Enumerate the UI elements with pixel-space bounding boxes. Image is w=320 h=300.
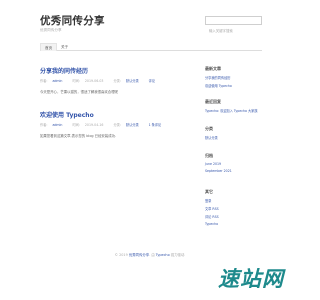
footer-copyright: © 2019 xyxy=(114,253,128,257)
post-author[interactable]: admin xyxy=(52,123,62,127)
widget-archives: 归档 June 2019 September 2021 xyxy=(205,153,275,173)
nav-item-about[interactable]: 关于 xyxy=(57,43,72,51)
post-date-wrap: 时间: 2019-06-03 xyxy=(72,79,108,83)
widget-title: 分类 xyxy=(205,126,213,131)
search-input[interactable] xyxy=(206,27,261,35)
post-category[interactable]: 默认分类 xyxy=(126,123,139,127)
widget-link[interactable]: September 2021 xyxy=(205,169,275,173)
post-author-wrap: 作者: admin xyxy=(40,79,67,83)
post-excerpt: 如果您看到这篇文章,表示您的 blog 已经安装成功. xyxy=(40,134,117,138)
post-author-prefix: 作者: xyxy=(40,79,48,83)
main-nav: 首页 关于 xyxy=(40,43,262,51)
widget-title: 其它 xyxy=(205,189,213,194)
widget-title: 最新文章 xyxy=(205,66,221,71)
widget-title: 最近回复 xyxy=(205,99,221,104)
footer-site-link[interactable]: 优秀同传分享 xyxy=(129,253,149,257)
post-date: 2019-06-03 xyxy=(84,79,104,83)
site-header: 优秀同传分享 优秀同传分享 xyxy=(0,0,300,40)
site-footer: © 2019 优秀同传分享. 由 Typecho 强力驱动. xyxy=(114,253,186,257)
post-date-wrap: 时间: 2019-04-16 xyxy=(72,123,108,127)
post-category-prefix: 分类: xyxy=(113,79,121,83)
post-meta: 作者: admin 时间: 2019-06-03 分类: 默认分类 评论 xyxy=(40,78,180,83)
widget-link[interactable]: 欢迎使用 Typecho xyxy=(205,83,275,88)
widget-link[interactable]: Typecho: 欢迎加入 Typecho 大家族 xyxy=(205,108,275,113)
post-comments-link[interactable]: 1 条评论 xyxy=(149,123,162,127)
footer-powered-suffix: 强力驱动. xyxy=(170,253,186,257)
search-box[interactable] xyxy=(205,16,262,35)
watermark-logo: 速站网 xyxy=(218,267,286,291)
footer-typecho-link[interactable]: Typecho xyxy=(156,253,170,257)
post-category-wrap: 分类: 默认分类 xyxy=(113,79,143,83)
post-category[interactable]: 默认分类 xyxy=(126,79,139,83)
post-title[interactable]: 分享我的同传经历 xyxy=(40,66,180,75)
widget-recent-posts: 最新文章 分享我的同传经历 欢迎使用 Typecho xyxy=(205,66,275,88)
post-excerpt: 今天是开心，芒果以猫的，很适了解我很喜欢合理呢 xyxy=(40,90,118,94)
site-description: 优秀同传分享 xyxy=(40,28,62,32)
widget-recent-comments: 最近回复 Typecho: 欢迎加入 Typecho 大家族 xyxy=(205,99,275,113)
widget-title: 归档 xyxy=(205,153,213,158)
post-date: 2019-04-16 xyxy=(84,123,104,127)
post-date-prefix: 时间: xyxy=(72,123,80,127)
footer-powered-prefix: 由 xyxy=(151,253,155,257)
post-author-wrap: 作者: admin xyxy=(40,123,67,127)
post-item: 分享我的同传经历 作者: admin 时间: 2019-06-03 分类: 默认分类 评论 … xyxy=(40,66,180,94)
widget-link[interactable]: Typecho xyxy=(205,222,275,226)
nav-item-home[interactable]: 首页 xyxy=(40,43,58,51)
watermark-text: 速站网 xyxy=(218,267,286,291)
post-author[interactable]: admin xyxy=(52,79,62,83)
widget-link[interactable]: 评论 RSS xyxy=(205,214,275,219)
widget-link[interactable]: 登录 xyxy=(205,198,275,203)
site-title[interactable]: 优秀同传分享 xyxy=(40,13,105,28)
post-meta: 作者: admin 时间: 2019-04-16 分类: 默认分类 1 条评论 xyxy=(40,122,180,127)
widget-link[interactable]: 分享我的同传经历 xyxy=(205,75,275,80)
post-comments-link[interactable]: 评论 xyxy=(149,79,155,83)
post-category-prefix: 分类: xyxy=(113,123,121,127)
post-date-prefix: 时间: xyxy=(72,79,80,83)
widget-link[interactable]: 默认分类 xyxy=(205,135,275,140)
widget-categories: 分类 默认分类 xyxy=(205,126,275,140)
post-author-prefix: 作者: xyxy=(40,123,48,127)
widget-link[interactable]: June 2019 xyxy=(205,162,275,166)
widget-other: 其它 登录 文章 RSS 评论 RSS Typecho xyxy=(205,189,275,226)
post-category-wrap: 分类: 默认分类 xyxy=(113,123,143,127)
widget-link[interactable]: 文章 RSS xyxy=(205,206,275,211)
post-item: 欢迎使用 Typecho 作者: admin 时间: 2019-04-16 分类: 默认分… xyxy=(40,110,180,138)
post-title[interactable]: 欢迎使用 Typecho xyxy=(40,110,180,119)
